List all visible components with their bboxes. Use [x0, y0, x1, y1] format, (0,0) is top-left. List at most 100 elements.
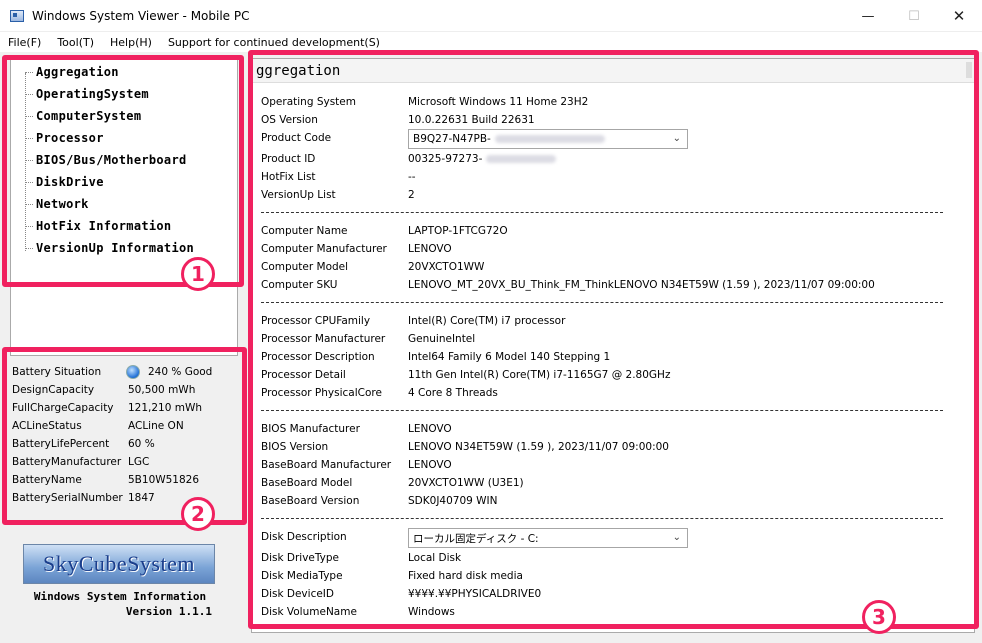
detail-label: Disk DeviceID: [261, 588, 334, 600]
detail-row: Disk DriveType Local Disk: [261, 549, 961, 567]
tree-item-computer-system[interactable]: ComputerSystem: [25, 109, 141, 123]
detail-row: Disk VolumeName Windows: [261, 603, 961, 621]
detail-value: 10.0.22631 Build 22631: [408, 114, 535, 126]
redacted-text: [494, 135, 605, 143]
skycubesystem-logo[interactable]: SkyCubeSystem: [23, 544, 215, 584]
tree-item-label: Aggregation: [36, 65, 119, 79]
menu-support[interactable]: Support for continued development(S): [168, 36, 380, 49]
battery-row: BatteryName 5B10W51826: [12, 471, 240, 489]
detail-header: [252, 59, 974, 83]
detail-value: LENOVO: [408, 459, 452, 471]
tree-item-label: ComputerSystem: [36, 109, 142, 123]
detail-value: LENOVO: [408, 423, 452, 435]
window-title: Windows System Viewer - Mobile PC: [32, 8, 250, 23]
minimize-button[interactable]: —: [845, 0, 891, 32]
tree-item-aggregation[interactable]: Aggregation: [25, 65, 119, 79]
detail-row: Product ID 00325-97273-: [261, 150, 961, 168]
battery-label: DesignCapacity: [12, 384, 95, 396]
detail-value: ¥¥¥¥.¥¥PHYSICALDRIVE0: [408, 588, 542, 600]
detail-row: BaseBoard Version SDK0J40709 WIN: [261, 492, 961, 510]
detail-row: BaseBoard Model 20VXCTO1WW (U3E1): [261, 474, 961, 492]
battery-row: BatteryLifePercent 60 %: [12, 435, 240, 453]
detail-value: 11th Gen Intel(R) Core(TM) i7-1165G7 @ 2…: [408, 369, 671, 381]
detail-value: 00325-97273-: [408, 153, 483, 165]
battery-value: 60 %: [128, 438, 155, 450]
battery-panel: Battery Situation 240 % Good DesignCapaci…: [8, 360, 240, 520]
tree-item-hotfix[interactable]: HotFix Information: [25, 219, 171, 233]
detail-row: Computer Name LAPTOP-1FTCG72O: [261, 222, 961, 240]
battery-label: Battery Situation: [12, 366, 102, 378]
tree-item-label: DiskDrive: [36, 175, 104, 189]
category-tree[interactable]: Aggregation OperatingSystem ComputerSyst…: [10, 58, 238, 356]
tree-item-label: Processor: [36, 131, 104, 145]
detail-value: Windows: [408, 606, 455, 618]
tree-item-label: BIOS/Bus/Motherboard: [36, 153, 187, 167]
section-divider: [261, 212, 943, 213]
chevron-down-icon: ⌄: [672, 532, 681, 543]
battery-value: 240 % Good: [148, 366, 213, 378]
detail-value: GenuineIntel: [408, 333, 476, 345]
battery-label: FullChargeCapacity: [12, 402, 114, 414]
menu-tool[interactable]: Tool(T): [57, 36, 94, 49]
detail-label: Processor PhysicalCore: [261, 387, 382, 399]
close-button[interactable]: ✕: [936, 0, 982, 32]
menu-help[interactable]: Help(H): [110, 36, 152, 49]
battery-row: Battery Situation 240 % Good: [12, 363, 240, 381]
detail-row: Processor CPUFamily Intel(R) Core(TM) i7 …: [261, 312, 961, 330]
detail-value: Microsoft Windows 11 Home 23H2: [408, 96, 589, 108]
menu-file[interactable]: File(F): [8, 36, 41, 49]
detail-value: 4 Core 8 Threads: [408, 387, 498, 399]
detail-row: Processor Manufacturer GenuineIntel: [261, 330, 961, 348]
battery-value: 50,500 mWh: [128, 384, 196, 396]
app-icon: [10, 9, 24, 22]
detail-row: Processor Description Intel64 Family 6 Mo…: [261, 348, 961, 366]
detail-value: Fixed hard disk media: [408, 570, 523, 582]
annotation-badge-2: 2: [181, 497, 215, 531]
battery-row: ACLineStatus ACLine ON: [12, 417, 240, 435]
detail-label: Computer Manufacturer: [261, 243, 387, 255]
detail-panel[interactable]: ggregation Operating System Microsoft Win…: [251, 58, 975, 633]
section-divider: [261, 518, 943, 519]
detail-row: Processor Detail 11th Gen Intel(R) Core(T…: [261, 366, 961, 384]
detail-label: BIOS Version: [261, 441, 329, 453]
battery-row: BatteryManufacturer LGC: [12, 453, 240, 471]
app-name: Windows System Information: [33, 590, 207, 603]
battery-value: ACLine ON: [128, 420, 184, 432]
detail-label: Disk VolumeName: [261, 606, 357, 618]
battery-value: 1847: [128, 492, 155, 504]
detail-value: SDK0J40709 WIN: [408, 495, 498, 507]
tree-item-bios[interactable]: BIOS/Bus/Motherboard: [25, 153, 187, 167]
tree-item-label: Network: [36, 197, 89, 211]
annotation-badge-1: 1: [181, 257, 215, 291]
tree-item-versionup[interactable]: VersionUp Information: [25, 241, 194, 255]
detail-value: LAPTOP-1FTCG72O: [408, 225, 508, 237]
detail-value: Intel64 Family 6 Model 140 Stepping 1: [408, 351, 611, 363]
product-code-dropdown[interactable]: B9Q27-N47PB- ⌄: [408, 129, 688, 149]
detail-value: LENOVO N34ET59W (1.59 ), 2023/11/07 09:0…: [408, 441, 669, 453]
battery-label: BatteryName: [12, 474, 82, 486]
detail-label: Processor Description: [261, 351, 375, 363]
tree-item-operating-system[interactable]: OperatingSystem: [25, 87, 149, 101]
detail-label: BaseBoard Version: [261, 495, 360, 507]
detail-label: Computer SKU: [261, 279, 338, 291]
detail-label: Processor CPUFamily: [261, 315, 371, 327]
maximize-button[interactable]: ☐: [891, 0, 937, 32]
battery-label: BatteryLifePercent: [12, 438, 110, 450]
detail-row: Operating System Microsoft Windows 11 Hom…: [261, 93, 961, 111]
tree-item-network[interactable]: Network: [25, 197, 89, 211]
tree-item-label: HotFix Information: [36, 219, 172, 233]
detail-label: Processor Detail: [261, 369, 346, 381]
detail-label: Product ID: [261, 153, 316, 165]
detail-label: Disk DriveType: [261, 552, 340, 564]
detail-row: Computer Manufacturer LENOVO: [261, 240, 961, 258]
battery-value: LGC: [128, 456, 150, 468]
tree-item-processor[interactable]: Processor: [25, 131, 104, 145]
detail-label: Computer Model: [261, 261, 349, 273]
detail-label: BaseBoard Model: [261, 477, 353, 489]
battery-value: 5B10W51826: [128, 474, 200, 486]
detail-value: LENOVO_MT_20VX_BU_Think_FM_ThinkLENOVO N…: [408, 279, 875, 291]
battery-label: ACLineStatus: [12, 420, 82, 432]
logo-text: SkyCubeSystem: [43, 551, 195, 576]
disk-description-dropdown[interactable]: ローカル固定ディスク - C: ⌄: [408, 528, 688, 548]
tree-item-disk-drive[interactable]: DiskDrive: [25, 175, 104, 189]
